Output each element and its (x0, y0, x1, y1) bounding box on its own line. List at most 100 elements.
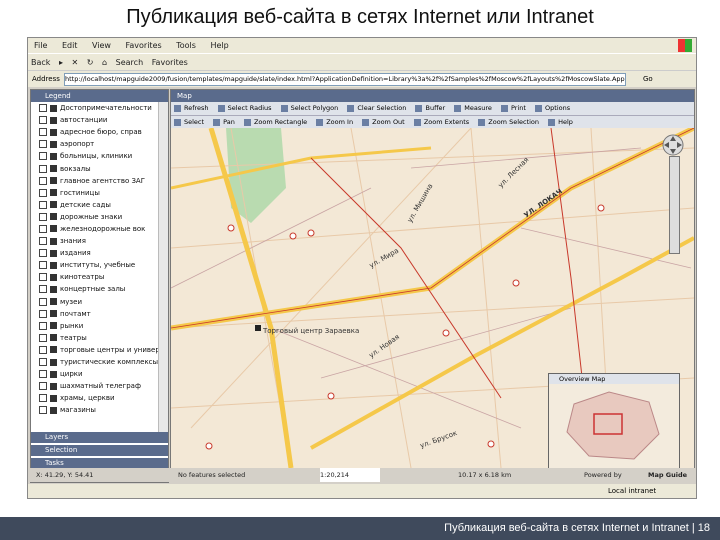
options-button[interactable]: Options (535, 102, 570, 115)
layer-checkbox[interactable] (39, 200, 47, 209)
legend-scrollbar[interactable] (158, 102, 168, 432)
layer-item[interactable]: институты, учебные (31, 259, 159, 271)
overview-title: Overview Map (549, 374, 679, 384)
layer-icon (50, 273, 57, 281)
buffer-button[interactable]: Buffer (415, 102, 445, 115)
layer-item[interactable]: железнодорожные вок (31, 223, 159, 235)
layers-folder[interactable]: Layers (31, 432, 168, 443)
layer-checkbox[interactable] (39, 176, 47, 185)
layer-checkbox[interactable] (39, 104, 47, 113)
menu-edit[interactable]: Edit (62, 38, 78, 53)
layer-item[interactable]: автостанции (31, 114, 159, 126)
overview-map[interactable]: Overview Map (548, 373, 680, 468)
pan-control-icon[interactable] (662, 134, 684, 156)
layer-item[interactable]: храмы, церкви (31, 392, 159, 404)
layer-item[interactable]: концертные залы (31, 283, 159, 295)
layer-item[interactable]: детские сады (31, 199, 159, 211)
layer-checkbox[interactable] (39, 128, 47, 137)
layer-label: дорожные знаки (60, 212, 123, 221)
home-icon[interactable]: ⌂ (102, 54, 107, 71)
layer-item[interactable]: больницы, клиники (31, 150, 159, 162)
layer-label: торговые центры и универ (60, 345, 159, 354)
go-button[interactable]: Go (643, 71, 653, 87)
layer-checkbox[interactable] (39, 285, 47, 294)
layer-checkbox[interactable] (39, 394, 47, 403)
layer-checkbox[interactable] (39, 358, 47, 367)
layer-item[interactable]: почтамт (31, 308, 159, 320)
layer-icon (50, 140, 57, 148)
clear-selection-button[interactable]: Clear Selection (347, 102, 406, 115)
menu-favorites[interactable]: Favorites (126, 38, 162, 53)
print-button[interactable]: Print (501, 102, 526, 115)
selection-status: No features selected (178, 471, 246, 479)
layer-checkbox[interactable] (39, 188, 47, 197)
layer-checkbox[interactable] (39, 224, 47, 233)
favorites-button[interactable]: Favorites (152, 54, 188, 71)
layer-item[interactable]: музеи (31, 296, 159, 308)
layer-checkbox[interactable] (39, 297, 47, 306)
back-button[interactable]: Back (31, 54, 50, 71)
layer-checkbox[interactable] (39, 116, 47, 125)
legend-header[interactable]: Legend (31, 90, 168, 102)
layer-checkbox[interactable] (39, 237, 47, 246)
layer-checkbox[interactable] (39, 249, 47, 258)
layer-checkbox[interactable] (39, 406, 47, 415)
layer-item[interactable]: театры (31, 332, 159, 344)
menu-help[interactable]: Help (210, 38, 228, 53)
layer-checkbox[interactable] (39, 333, 47, 342)
layer-item[interactable]: цирки (31, 368, 159, 380)
selection-panel-header[interactable]: Selection (31, 445, 168, 456)
layer-checkbox[interactable] (39, 152, 47, 161)
stop-icon[interactable]: ✕ (72, 54, 79, 71)
layer-checkbox[interactable] (39, 164, 47, 173)
menu-tools[interactable]: Tools (176, 38, 196, 53)
overview-canvas[interactable] (549, 384, 679, 468)
forward-button[interactable]: ▸ (59, 54, 63, 71)
zoom-slider[interactable] (669, 156, 680, 254)
layer-checkbox[interactable] (39, 309, 47, 318)
layer-label: цирки (60, 370, 83, 379)
layer-item[interactable]: дорожные знаки (31, 211, 159, 223)
layer-item[interactable]: туристические комплексы (31, 356, 159, 368)
scale-readout[interactable]: 1:20,214 (320, 468, 380, 482)
layer-item[interactable]: торговые центры и универ (31, 344, 159, 356)
layer-item[interactable]: Достопримечательности (31, 102, 159, 114)
layer-checkbox[interactable] (39, 273, 47, 282)
layer-icon (50, 116, 57, 124)
layer-item[interactable]: шахматный телеграф (31, 380, 159, 392)
layer-checkbox[interactable] (39, 370, 47, 379)
address-label: Address (32, 75, 60, 83)
layer-item[interactable]: адресное бюро, справ (31, 126, 159, 138)
map-status-bar: X: 41.29, Y: 54.41 No features selected … (28, 468, 696, 482)
layer-checkbox[interactable] (39, 261, 47, 270)
measure-button[interactable]: Measure (454, 102, 492, 115)
layer-item[interactable]: главное агентство ЗАГ (31, 175, 159, 187)
layer-label: музеи (60, 297, 83, 306)
layer-item[interactable]: вокзалы (31, 162, 159, 174)
layer-item[interactable]: знания (31, 235, 159, 247)
nav-toolbar: Back ▸ ✕ ↻ ⌂ Search Favorites (28, 53, 696, 71)
map-panel: Map Refresh Select Radius Select Polygon… (170, 89, 695, 469)
layer-item[interactable]: рынки (31, 320, 159, 332)
layer-checkbox[interactable] (39, 382, 47, 391)
select-radius-button[interactable]: Select Radius (217, 102, 272, 115)
layer-item[interactable]: кинотеатры (31, 271, 159, 283)
refresh-icon[interactable]: ↻ (87, 54, 94, 71)
select-polygon-button[interactable]: Select Polygon (280, 102, 338, 115)
layer-checkbox[interactable] (39, 321, 47, 330)
menu-view[interactable]: View (92, 38, 111, 53)
layer-label: почтамт (60, 309, 91, 318)
search-button[interactable]: Search (116, 54, 143, 71)
menu-file[interactable]: File (34, 38, 47, 53)
layer-checkbox[interactable] (39, 140, 47, 149)
layer-item[interactable]: издания (31, 247, 159, 259)
layer-item[interactable]: аэропорт (31, 138, 159, 150)
layer-icon (50, 201, 57, 209)
layer-checkbox[interactable] (39, 212, 47, 221)
layer-item[interactable]: магазины (31, 404, 159, 416)
refresh-button[interactable]: Refresh (174, 102, 209, 115)
layer-item[interactable]: гостиницы (31, 187, 159, 199)
address-input[interactable]: http://localhost/mapguide2009/fusion/tem… (64, 73, 626, 86)
layer-checkbox[interactable] (39, 345, 47, 354)
layer-icon (50, 213, 57, 221)
